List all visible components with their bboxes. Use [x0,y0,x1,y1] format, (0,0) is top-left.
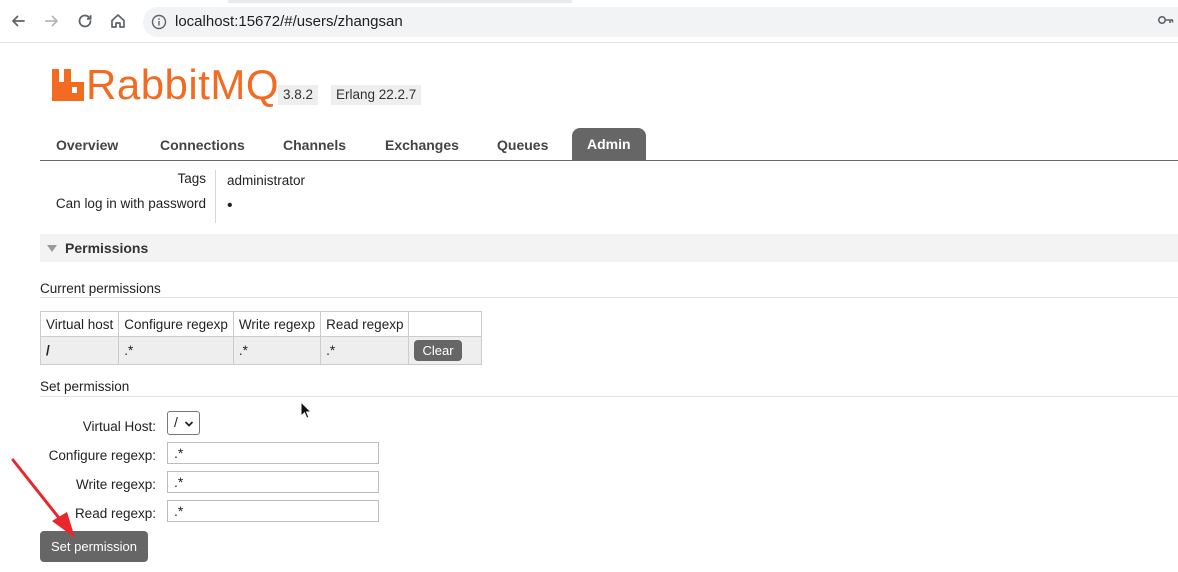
table-row: / .* .* .* Clear [39,336,483,365]
current-permissions-rule [40,297,1178,298]
site-info-icon[interactable] [151,14,167,35]
back-icon[interactable] [6,9,30,33]
read-regexp-label: Read regexp: [74,506,156,521]
home-icon[interactable] [106,9,130,33]
url-text: localhost:15672/#/users/zhangsan [175,13,403,30]
table-header-row: Virtual host Configure regexp Write rege… [39,311,483,337]
configure-regexp-label: Configure regexp: [48,448,156,463]
permissions-table: Virtual host Configure regexp Write rege… [39,311,483,365]
tab-strip-edge [0,0,1178,3]
col-read-regexp: Read regexp [320,311,410,337]
can-login-value: • [227,197,233,214]
cell-action: Clear [408,336,483,365]
rabbitmq-logo[interactable]: RabbitMQ TM [52,61,294,108]
mouse-cursor-icon [300,401,313,419]
tags-label: Tags [177,171,206,186]
set-permission-rule [40,396,1178,397]
cell-vhost: / [39,336,120,365]
address-bar[interactable]: localhost:15672/#/users/zhangsan [143,7,1178,37]
tab-admin[interactable]: Admin [572,128,646,161]
browser-toolbar: localhost:15672/#/users/zhangsan [0,0,1178,43]
erlang-badge: Erlang 22.2.7 [331,85,422,105]
details-divider [215,170,216,223]
rabbit-logo-icon [52,69,84,101]
set-permission-button[interactable]: Set permission [40,531,148,562]
virtual-host-selected: / [174,414,178,430]
write-regexp-label: Write regexp: [75,477,156,492]
logo-wordmark: RabbitMQ [86,61,280,108]
set-permission-heading: Set permission [40,379,130,394]
forward-icon[interactable] [40,9,64,33]
tab-queues[interactable]: Queues [497,137,548,153]
clear-button[interactable]: Clear [414,340,462,361]
virtual-host-label: Virtual Host: [82,419,156,434]
can-login-label: Can log in with password [55,196,206,211]
tabs-divider [40,160,1178,161]
write-regexp-input[interactable]: .* [167,471,379,493]
tab-overview[interactable]: Overview [56,137,118,153]
collapse-triangle-icon[interactable] [47,245,57,252]
cell-configure: .* [118,336,234,365]
col-virtual-host: Virtual host [39,311,120,337]
tab-channels[interactable]: Channels [283,137,346,153]
configure-regexp-input[interactable]: .* [167,442,379,464]
tags-value: administrator [227,173,306,188]
col-actions [408,311,483,337]
tab-exchanges[interactable]: Exchanges [385,137,459,153]
version-badge: 3.8.2 [278,85,319,105]
col-configure-regexp: Configure regexp [118,311,234,337]
current-permissions-heading: Current permissions [40,281,161,296]
permissions-section-header[interactable]: Permissions [40,234,1178,262]
key-icon[interactable] [1157,13,1174,31]
read-regexp-input[interactable]: .* [167,500,379,522]
reload-icon[interactable] [73,9,97,33]
chevron-down-icon [184,416,194,434]
permissions-title: Permissions [65,240,149,256]
col-write-regexp: Write regexp [232,311,322,337]
main-tabs: Overview Connections Channels Exchanges … [40,128,1178,161]
cell-write: .* [232,336,322,365]
cell-read: .* [320,336,410,365]
virtual-host-select[interactable]: / [167,411,200,435]
tab-connections[interactable]: Connections [160,137,245,153]
